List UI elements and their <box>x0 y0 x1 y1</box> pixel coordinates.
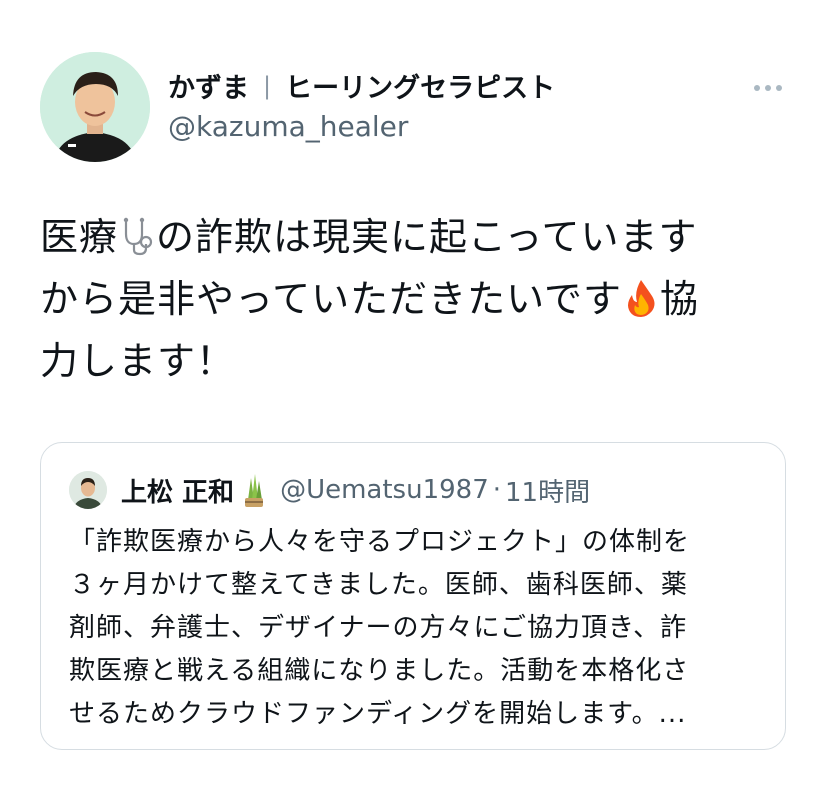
kadomatsu-icon <box>245 474 264 507</box>
quoted-tweet-card[interactable]: 上松 正和 @Uematsu1987 · 11時間 「詐欺医療から人々を守るプロ… <box>40 442 786 750</box>
quoted-author-avatar-image <box>69 471 107 509</box>
name-separator: | <box>263 71 272 100</box>
quoted-text-line: せるためクラウドファンディングを開始します。... <box>69 699 687 729</box>
author-name-line[interactable]: かずま | ヒーリングセラピスト <box>168 66 555 105</box>
tweet-text: 医療 の詐欺は現実に起こっていますから是非やっていただきたいです 協力します！ <box>40 206 800 392</box>
more-options-button[interactable] <box>754 78 788 98</box>
fire-icon <box>627 280 655 317</box>
more-dot-icon <box>765 85 771 91</box>
quoted-text-line: 欺医療と戦える組織になりました。活動を本格化さ <box>69 656 690 686</box>
quoted-text-line: 剤師、弁護士、デザイナーの方々にご協力頂き、詐 <box>69 613 688 643</box>
quoted-author-avatar <box>69 471 107 509</box>
tweet-text-segment: の詐欺は現実に起こっています <box>156 215 698 259</box>
author-avatar[interactable] <box>40 52 150 162</box>
author-display-name[interactable]: かずま <box>168 66 249 105</box>
tweet-text-segment: 力します！ <box>40 339 236 383</box>
quoted-meta-separator: · <box>492 475 502 505</box>
quoted-tweet-header: 上松 正和 @Uematsu1987 · 11時間 <box>69 471 590 509</box>
more-dot-icon <box>776 85 782 91</box>
quoted-author-handle: @Uematsu1987 <box>280 475 489 505</box>
quoted-text-line: ３ヶ月かけて整えてきました。医師、歯科医師、薬 <box>69 570 688 600</box>
tweet-text-segment: から是非やっていただきたいです <box>40 277 622 321</box>
stethoscope-icon <box>123 217 153 256</box>
tweet-text-segment: 協 <box>659 277 699 321</box>
quoted-author-name: 上松 正和 <box>121 477 235 508</box>
author-bio-title[interactable]: ヒーリングセラピスト <box>285 66 555 105</box>
more-dot-icon <box>754 85 760 91</box>
author-handle[interactable]: @kazuma_healer <box>168 110 408 143</box>
author-avatar-image <box>40 52 150 162</box>
tweet-text-segment: 医療 <box>40 215 119 259</box>
quoted-timestamp: 11時間 <box>505 477 591 508</box>
quoted-tweet-text: 「詐欺医療から人々を守るプロジェクト」の体制を ３ヶ月かけて整えてきました。医師… <box>69 521 769 736</box>
quoted-text-line: 「詐欺医療から人々を守るプロジェクト」の体制を <box>69 527 691 557</box>
